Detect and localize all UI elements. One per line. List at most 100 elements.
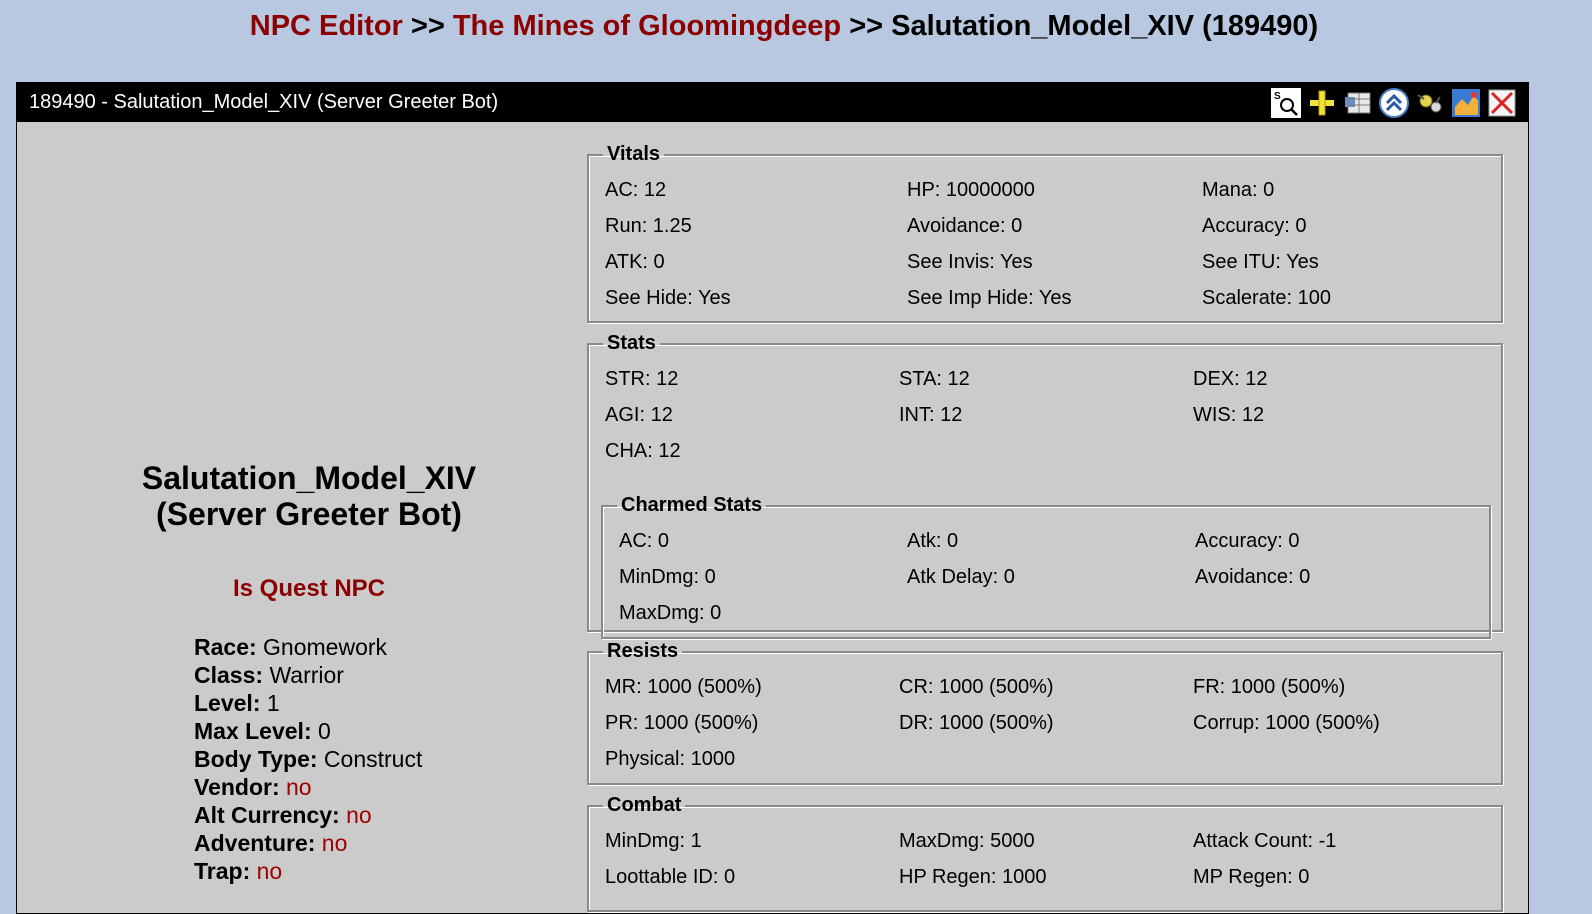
- charmed-stats-legend: Charmed Stats: [621, 494, 763, 516]
- up-arrow-icon[interactable]: [1378, 87, 1410, 119]
- combat-cell: MaxDmg: 5000: [899, 830, 1035, 852]
- breadcrumb-separator: >>: [410, 10, 445, 42]
- stats-cell: DEX: 12: [1193, 368, 1268, 390]
- map-icon[interactable]: [1450, 87, 1482, 119]
- resists-section: Resists MR: 1000 (500%) CR: 1000 (500%) …: [587, 640, 1503, 785]
- search-icon[interactable]: S: [1270, 87, 1302, 119]
- adventure-row: Adventure: no: [194, 829, 422, 857]
- combat-cell: MP Regen: 0: [1193, 866, 1310, 888]
- resists-cell: CR: 1000 (500%): [899, 676, 1054, 698]
- charmed-cell: Atk: 0: [907, 530, 959, 552]
- breadcrumb: NPC Editor >> The Mines of Gloomingdeep …: [0, 8, 1568, 44]
- vitals-cell: See Imp Hide: Yes: [907, 287, 1072, 309]
- vendor-label: Vendor:: [194, 774, 280, 800]
- window-titlebar: 189490 - Salutation_Model_XIV (Server Gr…: [17, 83, 1528, 122]
- combat-grid: MinDmg: 1 MaxDmg: 5000 Attack Count: -1 …: [605, 823, 1489, 895]
- vitals-cell: Avoidance: 0: [907, 215, 1023, 237]
- breadcrumb-zone[interactable]: The Mines of Gloomingdeep: [453, 10, 841, 42]
- npc-name-line1: Salutation_Model_XIV: [141, 460, 477, 496]
- breadcrumb-npc-editor[interactable]: NPC Editor: [250, 10, 403, 42]
- vitals-cell: Mana: 0: [1202, 179, 1275, 201]
- max-level-row: Max Level: 0: [194, 717, 422, 745]
- npc-name-line2: (Server Greeter Bot): [156, 496, 462, 532]
- combat-cell: Loottable ID: 0: [605, 866, 736, 888]
- stats-cell: STR: 12: [605, 368, 679, 390]
- stats-cell: STA: 12: [899, 368, 970, 390]
- alt-currency-label: Alt Currency:: [194, 802, 340, 828]
- level-row: Level: 1: [194, 689, 422, 717]
- bug-icon[interactable]: [1414, 87, 1446, 119]
- alt-currency-value: no: [346, 802, 372, 828]
- vitals-cell: See Hide: Yes: [605, 287, 731, 309]
- resists-grid: MR: 1000 (500%) CR: 1000 (500%) FR: 1000…: [605, 669, 1489, 777]
- body-type-label: Body Type:: [194, 746, 318, 772]
- race-label: Race:: [194, 634, 257, 660]
- npc-summary-panel: Salutation_Model_XIV (Server Greeter Bot…: [17, 123, 601, 913]
- level-value: 1: [266, 690, 280, 716]
- stats-section: Stats STR: 12 STA: 12 DEX: 12 AGI: 12 IN…: [587, 332, 1503, 639]
- charmed-stats-section: Charmed Stats AC: 0 Atk: 0 Accuracy: 0 M…: [601, 494, 1491, 639]
- table-icon[interactable]: [1342, 87, 1374, 119]
- npc-window: 189490 - Salutation_Model_XIV (Server Gr…: [16, 82, 1529, 914]
- npc-name: Salutation_Model_XIV (Server Greeter Bot…: [17, 460, 601, 532]
- combat-cell: MinDmg: 1: [605, 830, 702, 852]
- vendor-row: Vendor: no: [194, 773, 422, 801]
- breadcrumb-separator: >>: [849, 10, 884, 42]
- vitals-cell: Accuracy: 0: [1202, 215, 1307, 237]
- max-level-value: 0: [318, 718, 331, 744]
- charmed-stats-grid: AC: 0 Atk: 0 Accuracy: 0 MinDmg: 0 Atk D…: [619, 523, 1477, 631]
- vitals-cell: Scalerate: 100: [1202, 287, 1331, 309]
- vitals-cell: AC: 12: [605, 179, 667, 201]
- charmed-cell: Atk Delay: 0: [907, 566, 1015, 588]
- trap-value: no: [256, 858, 283, 884]
- stats-cell: CHA: 12: [605, 440, 681, 462]
- charmed-cell: MinDmg: 0: [619, 566, 716, 588]
- stats-cell: AGI: 12: [605, 404, 673, 426]
- breadcrumb-current: Salutation_Model_XIV (189490): [891, 10, 1319, 42]
- trap-label: Trap:: [194, 858, 251, 884]
- stats-grid: STR: 12 STA: 12 DEX: 12 AGI: 12 INT: 12 …: [605, 361, 1489, 469]
- race-row: Race: Gnomework: [194, 633, 422, 661]
- adventure-value: no: [321, 830, 348, 856]
- charmed-cell: Avoidance: 0: [1195, 566, 1311, 588]
- combat-legend: Combat: [607, 794, 682, 816]
- resists-cell: MR: 1000 (500%): [605, 676, 762, 698]
- window-toolbar: S: [1270, 86, 1518, 120]
- quest-npc-label: Is Quest NPC: [232, 575, 386, 602]
- class-value: Warrior: [269, 662, 344, 688]
- adventure-label: Adventure:: [194, 830, 316, 856]
- race-value: Gnomework: [263, 634, 388, 660]
- resists-cell: Corrup: 1000 (500%): [1193, 712, 1380, 734]
- vitals-grid: AC: 12 HP: 10000000 Mana: 0 Run: 1.25 Av…: [605, 172, 1489, 316]
- add-icon[interactable]: [1306, 87, 1338, 119]
- combat-cell: Attack Count: -1: [1193, 830, 1337, 852]
- vendor-value: no: [286, 774, 312, 800]
- vitals-legend: Vitals: [607, 143, 660, 165]
- vitals-cell: HP: 10000000: [907, 179, 1035, 201]
- class-label: Class:: [194, 662, 264, 688]
- body-type-row: Body Type: Construct: [194, 745, 422, 773]
- resists-legend: Resists: [607, 640, 679, 662]
- charmed-cell: MaxDmg: 0: [619, 602, 722, 624]
- window-title: 189490 - Salutation_Model_XIV (Server Gr…: [29, 91, 499, 113]
- npc-info-list: Race: Gnomework Class: Warrior Level: 1 …: [194, 633, 422, 885]
- vitals-cell: Run: 1.25: [605, 215, 692, 237]
- vitals-section: Vitals AC: 12 HP: 10000000 Mana: 0 Run: …: [587, 143, 1503, 323]
- vitals-cell: See Invis: Yes: [907, 251, 1033, 273]
- resists-cell: DR: 1000 (500%): [899, 712, 1054, 734]
- stats-legend: Stats: [607, 332, 656, 354]
- vitals-cell: ATK: 0: [605, 251, 665, 273]
- vitals-cell: See ITU: Yes: [1202, 251, 1319, 273]
- resists-cell: PR: 1000 (500%): [605, 712, 759, 734]
- charmed-cell: AC: 0: [619, 530, 670, 552]
- stats-cell: INT: 12: [899, 404, 963, 426]
- combat-cell: HP Regen: 1000: [899, 866, 1047, 888]
- trap-row: Trap: no: [194, 857, 422, 885]
- close-icon[interactable]: [1486, 87, 1518, 119]
- combat-section: Combat MinDmg: 1 MaxDmg: 5000 Attack Cou…: [587, 794, 1503, 912]
- class-row: Class: Warrior: [194, 661, 422, 689]
- svg-text:S: S: [1274, 91, 1281, 102]
- stats-cell: WIS: 12: [1193, 404, 1265, 426]
- alt-currency-row: Alt Currency: no: [194, 801, 422, 829]
- max-level-label: Max Level:: [194, 718, 312, 744]
